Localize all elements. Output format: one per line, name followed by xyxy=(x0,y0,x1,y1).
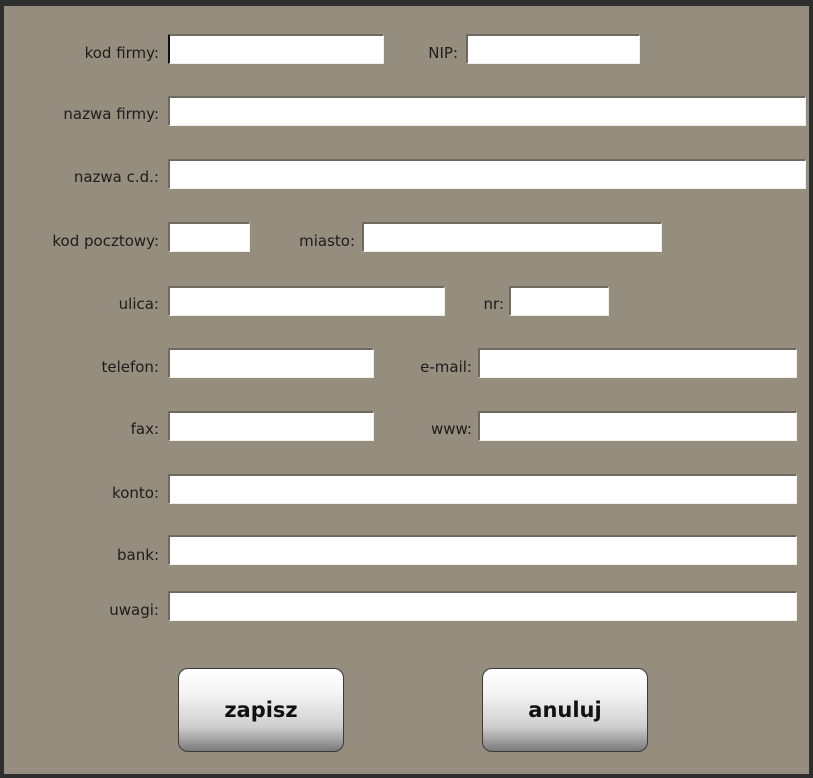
www-input[interactable] xyxy=(478,411,797,441)
save-button[interactable]: zapisz xyxy=(178,668,344,752)
bank-input[interactable] xyxy=(168,535,797,565)
label-nazwa-firmy: nazwa firmy: xyxy=(63,105,159,123)
nr-input[interactable] xyxy=(509,286,609,316)
ulica-input[interactable] xyxy=(168,286,445,316)
telefon-input[interactable] xyxy=(168,348,374,378)
nazwa-firmy-input[interactable] xyxy=(168,96,806,126)
label-bank: bank: xyxy=(117,546,159,564)
nazwa-cd-input[interactable] xyxy=(168,159,806,189)
label-nip: NIP: xyxy=(428,44,458,62)
nip-input[interactable] xyxy=(466,34,640,64)
label-www: www: xyxy=(430,420,472,438)
label-nazwa-cd: nazwa c.d.: xyxy=(73,168,159,186)
label-konto: konto: xyxy=(112,484,159,502)
uwagi-input[interactable] xyxy=(168,591,797,621)
label-nr: nr: xyxy=(483,295,504,313)
form-window: kod firmy: NIP: nazwa firmy: nazwa c.d.:… xyxy=(0,0,813,778)
kod-firmy-input[interactable] xyxy=(168,34,384,64)
label-uwagi: uwagi: xyxy=(109,601,159,619)
cancel-button[interactable]: anuluj xyxy=(482,668,648,752)
kod-pocztowy-input[interactable] xyxy=(168,222,250,252)
label-miasto: miasto: xyxy=(299,232,355,250)
label-ulica: ulica: xyxy=(118,295,159,313)
email-input[interactable] xyxy=(478,348,797,378)
fax-input[interactable] xyxy=(168,411,374,441)
label-telefon: telefon: xyxy=(101,358,159,376)
label-kod-firmy: kod firmy: xyxy=(84,44,159,62)
label-kod-pocztowy: kod pocztowy: xyxy=(52,232,159,250)
label-email: e-mail: xyxy=(420,358,472,376)
miasto-input[interactable] xyxy=(362,222,662,252)
label-fax: fax: xyxy=(130,420,159,438)
konto-input[interactable] xyxy=(168,474,797,504)
